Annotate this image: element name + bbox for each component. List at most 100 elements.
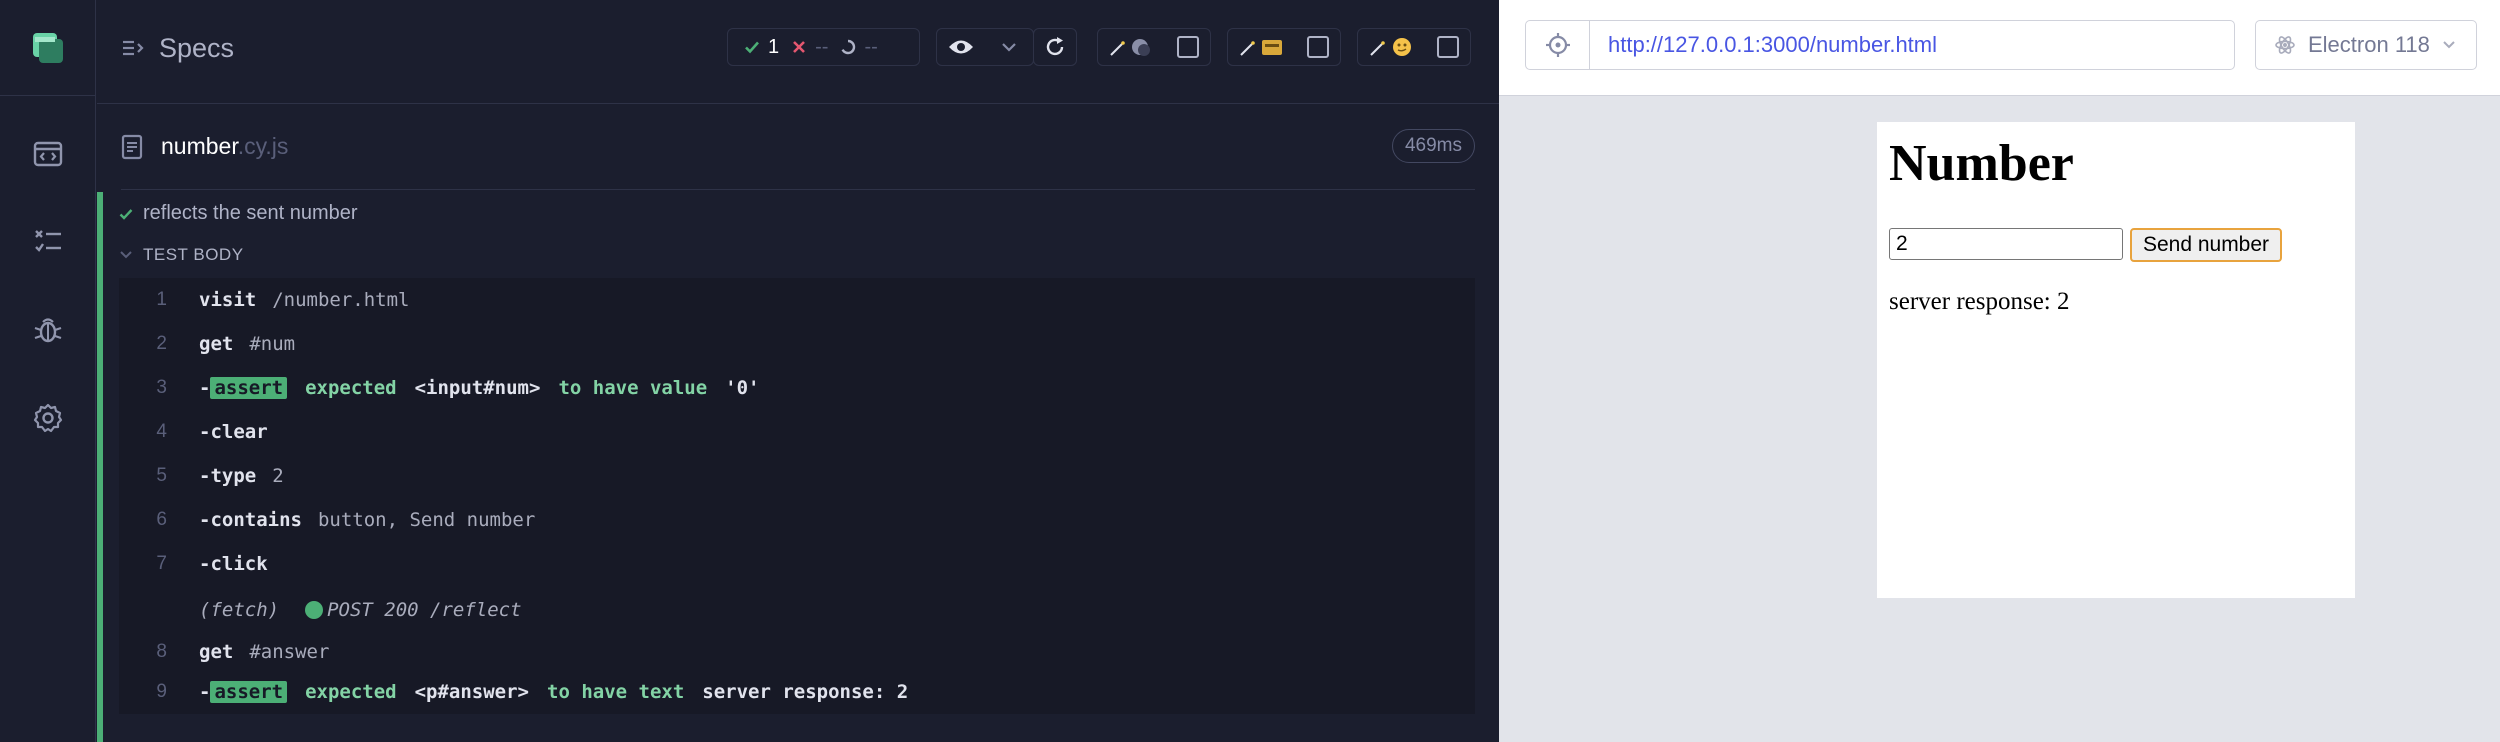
command-message: /number.html	[272, 289, 410, 311]
gear-icon	[33, 403, 63, 433]
test-body-label: TEST BODY	[143, 245, 244, 264]
selector-playground-button[interactable]	[1526, 21, 1590, 69]
auto-scroll-group	[936, 28, 1034, 66]
eye-icon	[949, 40, 973, 54]
studio-group-1	[1097, 28, 1211, 66]
browser-selector[interactable]: Electron 118	[2255, 20, 2477, 70]
failed-stat: --	[791, 36, 828, 59]
status-dot	[305, 601, 324, 619]
test-stats: 1 -- --	[727, 28, 920, 66]
document-icon	[121, 134, 143, 159]
reporter-panel: Specs 1 -- -- number.cy.js 469ms reflect…	[97, 0, 1499, 742]
test-title: reflects the sent number	[143, 202, 358, 224]
rerun-button[interactable]	[1034, 29, 1076, 65]
studio-checkbox-1[interactable]	[1167, 29, 1210, 65]
studio-button-1[interactable]	[1098, 29, 1167, 65]
test-list-icon	[35, 230, 61, 252]
url-bar: http://127.0.0.1:3000/number.html	[1525, 20, 2235, 70]
nav-debug-button[interactable]	[0, 286, 96, 374]
reporter-header: Specs 1 -- --	[97, 0, 1499, 104]
command-row[interactable]: 1 visit /number.html	[119, 278, 1475, 322]
bug-icon	[34, 318, 62, 343]
x-icon	[793, 41, 806, 53]
command-message: button, Send number	[317, 509, 536, 531]
fetch-label: (fetch)	[199, 599, 280, 621]
refresh-icon	[1046, 37, 1064, 56]
nav-settings-button[interactable]	[0, 374, 96, 462]
command-number: 9	[156, 681, 167, 702]
command-row[interactable]: 6 - contains button, Send number	[119, 498, 1475, 542]
left-nav	[0, 0, 96, 742]
command-message: #num	[249, 333, 296, 355]
crosshair-icon	[1545, 33, 1570, 57]
command-row[interactable]: 8 get #answer	[119, 630, 1475, 674]
command-name: get	[199, 333, 234, 355]
studio-button-3[interactable]	[1358, 29, 1427, 65]
test-passed-indicator	[97, 192, 103, 742]
chevron-down-icon	[120, 251, 132, 259]
fetch-row[interactable]: (fetch) POST 200 /reflect	[119, 588, 1475, 632]
command-number: 2	[156, 333, 167, 354]
check-icon	[119, 208, 133, 220]
spec-header: number.cy.js 469ms	[121, 104, 1475, 190]
number-input[interactable]: 2	[1889, 228, 2123, 260]
assert-badge: assert	[210, 681, 288, 703]
auto-scroll-button[interactable]	[937, 29, 985, 65]
command-name: type	[210, 465, 257, 487]
command-name: get	[199, 641, 234, 663]
rerun-group	[1033, 28, 1077, 66]
aut-page: Number 2 Send number server response: 2	[1877, 122, 2355, 598]
spec-duration-badge: 469ms	[1391, 129, 1475, 163]
specs-list-icon	[123, 40, 144, 56]
assert-badge: assert	[210, 377, 288, 399]
spec-file-name[interactable]: number.cy.js	[161, 133, 288, 160]
command-log: 1 visit /number.html 2 get #num 3 - asse…	[119, 278, 1475, 714]
check-icon	[745, 41, 759, 54]
send-number-button[interactable]: Send number	[2130, 228, 2282, 262]
pending-icon	[841, 39, 856, 55]
aut-url[interactable]: http://127.0.0.1:3000/number.html	[1608, 32, 1937, 58]
command-number: 8	[156, 641, 167, 662]
chevron-down-icon	[1002, 43, 1016, 52]
app-under-test-panel: http://127.0.0.1:3000/number.html Electr…	[1499, 0, 2500, 742]
command-row[interactable]: 3 - assert expected <input#num> to have v…	[119, 366, 1475, 410]
studio-checkbox-3[interactable]	[1427, 29, 1470, 65]
command-row[interactable]: 9 - assert expected <p#answer> to have te…	[119, 670, 1475, 714]
nav-runs-button[interactable]	[0, 198, 96, 286]
command-message: #answer	[249, 641, 330, 663]
chevron-down-icon	[2443, 41, 2455, 49]
pending-stat: --	[840, 36, 878, 59]
nav-specs-button[interactable]	[0, 110, 96, 198]
studio-checkbox-2[interactable]	[1297, 29, 1340, 65]
command-number: 4	[156, 421, 167, 442]
electron-icon	[2275, 36, 2295, 54]
cypress-logo[interactable]	[0, 0, 96, 96]
command-name: clear	[210, 421, 268, 443]
cypress-app: Specs 1 -- -- number.cy.js 469ms reflect…	[0, 0, 2500, 742]
server-response-text: server response: 2	[1889, 288, 2070, 315]
test-title-row[interactable]: reflects the sent number	[119, 202, 358, 225]
command-row[interactable]: 5 - type 2	[119, 454, 1475, 498]
page-heading: Number	[1889, 135, 2074, 192]
checkbox[interactable]	[1437, 36, 1460, 58]
command-number: 1	[156, 289, 167, 310]
command-name: visit	[199, 289, 257, 311]
specs-toggle-button[interactable]: Specs	[121, 28, 234, 68]
studio-group-2	[1227, 28, 1341, 66]
studio-group-3	[1357, 28, 1471, 66]
test-runnable: reflects the sent number TEST BODY 1 vis…	[97, 190, 1499, 742]
command-number: 5	[156, 465, 167, 486]
command-row[interactable]: 4 - clear	[119, 410, 1475, 454]
checkbox[interactable]	[1307, 36, 1330, 58]
command-number: 7	[156, 553, 167, 574]
magic-wand-icon	[1110, 39, 1151, 56]
specs-label: Specs	[159, 32, 235, 63]
logo-icon	[33, 32, 63, 63]
fetch-request: POST 200 /reflect	[327, 599, 522, 621]
studio-button-2[interactable]	[1228, 29, 1297, 65]
checkbox[interactable]	[1177, 36, 1200, 58]
command-row[interactable]: 7 - click	[119, 542, 1475, 586]
auto-scroll-dropdown[interactable]	[985, 29, 1033, 65]
command-row[interactable]: 2 get #num	[119, 322, 1475, 366]
test-body-toggle[interactable]: TEST BODY	[119, 245, 244, 265]
